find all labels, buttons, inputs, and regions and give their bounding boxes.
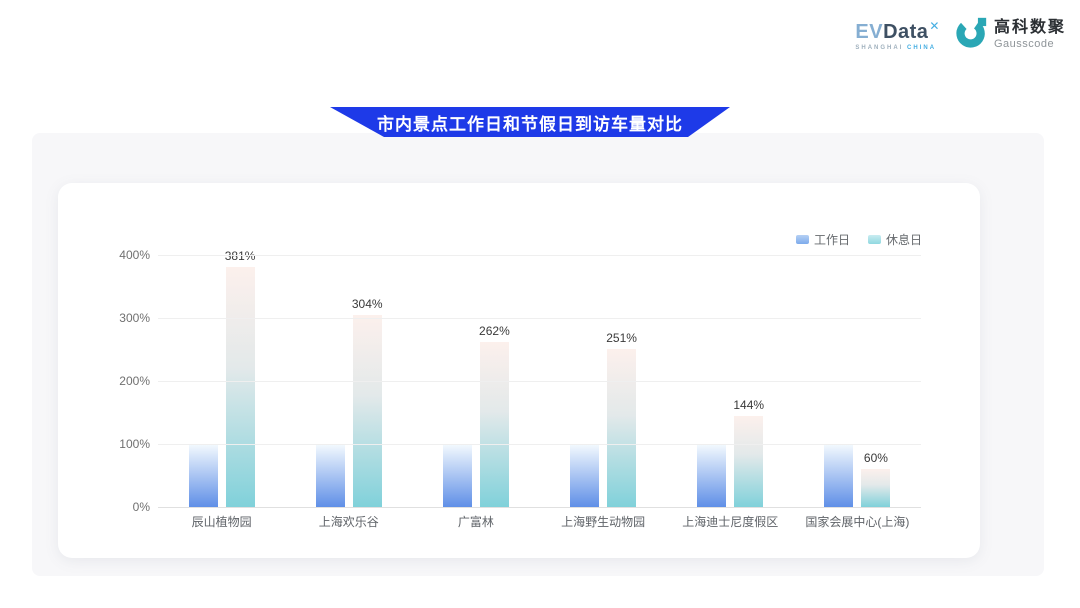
legend-label: 休息日 bbox=[886, 231, 922, 248]
gridline bbox=[158, 318, 921, 319]
chart-title: 市内景点工作日和节假日到访车量对比 bbox=[377, 110, 683, 135]
x-axis-line bbox=[158, 507, 921, 508]
y-tick-label: 100% bbox=[108, 437, 150, 451]
legend-item-restday[interactable]: 休息日 bbox=[868, 231, 922, 248]
bar-restday bbox=[226, 267, 255, 507]
chart-title-banner: 市内景点工作日和节假日到访车量对比 bbox=[330, 107, 730, 137]
bar-chart: 工作日 休息日 381% 辰山植物园 304% 上海欢乐谷 262% 广富林 251% 上海野生… bbox=[0, 0, 1080, 608]
gridline bbox=[158, 255, 921, 256]
y-tick-label: 0% bbox=[108, 500, 150, 514]
y-tick-label: 300% bbox=[108, 311, 150, 325]
legend-marker-workday bbox=[796, 235, 809, 244]
bar-value-label: 262% bbox=[461, 324, 527, 338]
legend-marker-restday bbox=[868, 235, 881, 244]
bar-restday bbox=[861, 469, 890, 507]
bar-workday bbox=[697, 444, 726, 507]
legend-label: 工作日 bbox=[814, 231, 850, 248]
gridline bbox=[158, 444, 921, 445]
x-axis-label: 上海迪士尼度假区 bbox=[667, 513, 794, 530]
bar-workday bbox=[443, 444, 472, 507]
bar-restday bbox=[734, 416, 763, 507]
bar-restday bbox=[607, 349, 636, 507]
bar-value-label: 144% bbox=[716, 398, 782, 412]
x-axis-label: 国家会展中心(上海) bbox=[794, 513, 921, 530]
bar-value-label: 381% bbox=[207, 249, 273, 263]
bar-value-label: 60% bbox=[843, 451, 909, 465]
bar-workday bbox=[189, 444, 218, 507]
gridline bbox=[158, 381, 921, 382]
bar-workday bbox=[316, 444, 345, 507]
x-axis-label: 广富林 bbox=[412, 513, 539, 530]
x-axis-label: 上海野生动物园 bbox=[540, 513, 667, 530]
chart-legend: 工作日 休息日 bbox=[796, 231, 922, 248]
legend-item-workday[interactable]: 工作日 bbox=[796, 231, 850, 248]
x-axis-label: 辰山植物园 bbox=[158, 513, 285, 530]
bar-restday bbox=[353, 315, 382, 507]
bar-restday bbox=[480, 342, 509, 507]
bar-workday bbox=[570, 444, 599, 507]
bar-value-label: 251% bbox=[589, 331, 655, 345]
y-tick-label: 400% bbox=[108, 248, 150, 262]
y-tick-label: 200% bbox=[108, 374, 150, 388]
report-page: EVData✕ SHANGHAI CHINA 高科数聚 Gausscode 市内… bbox=[0, 0, 1080, 608]
bar-value-label: 304% bbox=[334, 297, 400, 311]
x-axis-label: 上海欢乐谷 bbox=[285, 513, 412, 530]
